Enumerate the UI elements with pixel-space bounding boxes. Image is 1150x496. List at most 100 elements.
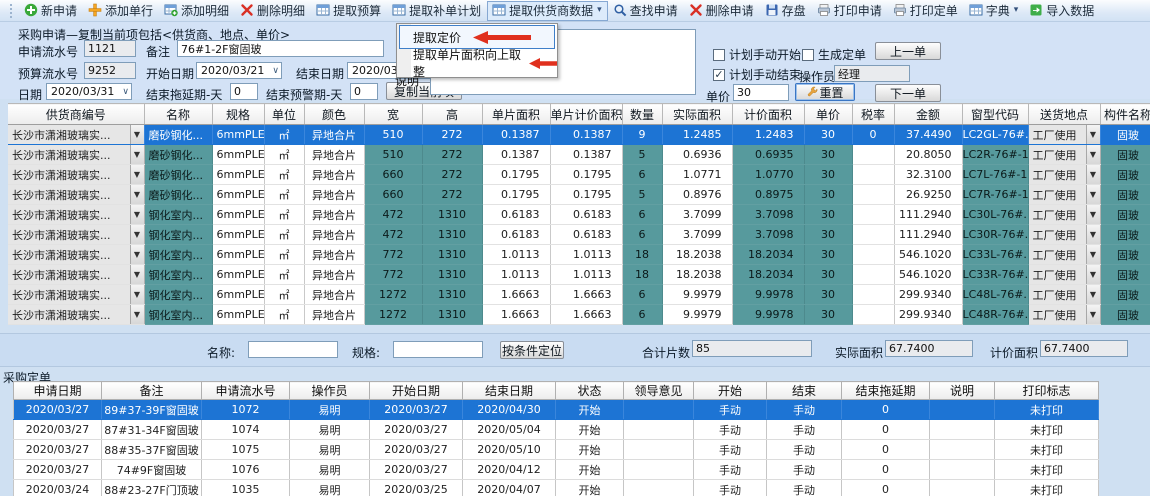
grid-cell[interactable] [852, 305, 894, 325]
grid-cell[interactable]: 异地合片 [304, 185, 364, 205]
budget-serial-input[interactable] [84, 62, 136, 79]
grid-cell[interactable]: 772 [364, 265, 422, 285]
grid-cell[interactable]: 6mmPLE... [212, 285, 264, 305]
grid-cell[interactable]: 30 [804, 125, 852, 145]
grid-cell[interactable]: 磨砂钢化... [144, 125, 212, 145]
toolbar-button-8[interactable]: 查找申请 [608, 1, 684, 21]
grid-cell[interactable]: 异地合片 [304, 265, 364, 285]
supplier-combo-cell[interactable]: 长沙市潇湘玻璃实...▼ [8, 225, 144, 245]
delivery-location-combo-cell[interactable]: 工厂使用▼ [1028, 265, 1100, 285]
toolbar-button-14[interactable]: 导入数据 [1024, 1, 1100, 21]
grid-cell[interactable]: 0.1795 [550, 185, 622, 205]
grid-cell[interactable]: 660 [364, 165, 422, 185]
grid-cell[interactable]: 固玻 [1100, 125, 1150, 145]
grid-cell[interactable]: LC2GL-76#... [962, 125, 1028, 145]
toolbar-button-12[interactable]: 打印定单 [888, 1, 964, 21]
grid-cell[interactable]: 546.1020 [894, 245, 962, 265]
chevron-down-icon[interactable]: ▼ [130, 125, 144, 144]
grid-cell[interactable]: 3.7098 [732, 205, 804, 225]
grid-cell[interactable]: 0.1387 [482, 125, 550, 145]
table-row[interactable]: 长沙市潇湘玻璃实...▼钢化室内...6mmPLE...㎡异地合片7721310… [8, 265, 1150, 285]
delivery-location-combo-cell[interactable]: 工厂使用▼ [1028, 125, 1100, 145]
grid-cell[interactable]: 3.7099 [662, 205, 732, 225]
grid-cell[interactable]: 37.4490 [894, 125, 962, 145]
chevron-down-icon[interactable]: ▼ [130, 285, 144, 304]
next-order-button[interactable]: 下一单 [875, 84, 941, 102]
grid-cell[interactable]: 0.8975 [732, 185, 804, 205]
grid-cell[interactable]: 546.1020 [894, 265, 962, 285]
manual-end-checkbox[interactable]: ✓计划手动结束 [713, 66, 801, 83]
manual-start-checkbox[interactable]: 计划手动开始 [713, 46, 801, 63]
grid-cell[interactable]: 3.7099 [662, 225, 732, 245]
grid-cell[interactable]: 18.2034 [732, 245, 804, 265]
grid-cell[interactable]: 6 [622, 225, 662, 245]
grid-cell[interactable]: 0.6936 [662, 145, 732, 165]
grid-cell[interactable]: 30 [804, 185, 852, 205]
grid-cell[interactable]: 9.9979 [662, 285, 732, 305]
start-date-select[interactable]: 2020/03/21∨ [196, 62, 282, 79]
remark-input[interactable] [177, 40, 384, 57]
locate-by-condition-button[interactable]: 按条件定位 [500, 341, 564, 359]
toolbar-button-10[interactable]: 存盘 [760, 1, 812, 21]
grid-cell[interactable]: 异地合片 [304, 165, 364, 185]
grid-cell[interactable]: 0.1387 [550, 145, 622, 165]
grid-cell[interactable]: LC7R-76#-1FO [962, 185, 1028, 205]
grid-cell[interactable]: 18 [622, 265, 662, 285]
supplier-combo-cell[interactable]: 长沙市潇湘玻璃实...▼ [8, 305, 144, 325]
delivery-location-combo-cell[interactable]: 工厂使用▼ [1028, 225, 1100, 245]
operator-input[interactable] [834, 65, 910, 82]
grid-cell[interactable]: 异地合片 [304, 305, 364, 325]
grid-cell[interactable]: 6 [622, 285, 662, 305]
order-row[interactable]: 2020/03/2787#31-34F窗固玻1074易明2020/03/2720… [14, 420, 1099, 440]
grid-cell[interactable]: 30 [804, 245, 852, 265]
grid-cell[interactable]: 0.1795 [550, 165, 622, 185]
grid-cell[interactable]: 30 [804, 265, 852, 285]
chevron-down-icon[interactable]: ▼ [1086, 185, 1100, 204]
supplier-combo-cell[interactable]: 长沙市潇湘玻璃实...▼ [8, 145, 144, 165]
grid-cell[interactable]: 30 [804, 225, 852, 245]
grid-cell[interactable]: 固玻 [1100, 165, 1150, 185]
chevron-down-icon[interactable]: ▼ [1086, 305, 1100, 324]
grid-cell[interactable]: 1.6663 [482, 285, 550, 305]
grid-cell[interactable]: 299.9340 [894, 305, 962, 325]
chevron-down-icon[interactable]: ▼ [1086, 265, 1100, 284]
supplier-combo-cell[interactable]: 长沙市潇湘玻璃实...▼ [8, 265, 144, 285]
grid-cell[interactable]: 固玻 [1100, 145, 1150, 165]
supplier-combo-cell[interactable]: 长沙市潇湘玻璃实...▼ [8, 285, 144, 305]
toolbar-button-6[interactable]: 提取补单计划 [387, 1, 487, 21]
grid-cell[interactable]: 0.1387 [550, 125, 622, 145]
grid-cell[interactable]: 固玻 [1100, 225, 1150, 245]
order-row[interactable]: 2020/03/2488#23-27F门顶玻1035易明2020/03/2520… [14, 480, 1099, 496]
delivery-location-combo-cell[interactable]: 工厂使用▼ [1028, 285, 1100, 305]
table-row[interactable]: 长沙市潇湘玻璃实...▼钢化室内...6mmPLE...㎡异地合片1272131… [8, 285, 1150, 305]
grid-cell[interactable]: 1272 [364, 305, 422, 325]
order-row[interactable]: 2020/03/2789#37-39F窗固玻1072易明2020/03/2720… [14, 400, 1099, 420]
grid-cell[interactable]: 6 [622, 165, 662, 185]
grid-cell[interactable] [852, 225, 894, 245]
chevron-down-icon[interactable]: ▼ [130, 205, 144, 224]
delivery-location-combo-cell[interactable]: 工厂使用▼ [1028, 185, 1100, 205]
prev-order-button[interactable]: 上一单 [875, 42, 941, 60]
grid-cell[interactable]: 111.2940 [894, 225, 962, 245]
grid-cell[interactable]: 钢化室内... [144, 305, 212, 325]
grid-cell[interactable]: 9.9978 [732, 285, 804, 305]
grid-cell[interactable]: 0.1795 [482, 185, 550, 205]
grid-cell[interactable]: 固玻 [1100, 305, 1150, 325]
chevron-down-icon[interactable]: ▼ [130, 305, 144, 324]
grid-cell[interactable]: 9.9979 [662, 305, 732, 325]
menu-item-2[interactable]: 提取单片面积向上取整 [397, 50, 557, 76]
grid-cell[interactable]: 111.2940 [894, 205, 962, 225]
grid-cell[interactable]: LC33L-76#... [962, 245, 1028, 265]
grid-cell[interactable]: LC48L-76#... [962, 285, 1028, 305]
chevron-down-icon[interactable]: ▼ [1086, 245, 1100, 264]
serial-input[interactable] [84, 40, 136, 57]
chevron-down-icon[interactable]: ▼ [130, 165, 144, 184]
toolbar-button-7[interactable]: 提取供货商数据▾ [487, 1, 608, 21]
table-row[interactable]: 长沙市潇湘玻璃实...▼钢化室内...6mmPLE...㎡异地合片1272131… [8, 305, 1150, 325]
grid-cell[interactable]: LC7L-76#-1FO [962, 165, 1028, 185]
grid-cell[interactable]: ㎡ [264, 265, 304, 285]
grid-cell[interactable]: LC30L-76#... [962, 205, 1028, 225]
grid-cell[interactable]: 6mmPLE... [212, 265, 264, 285]
grid-cell[interactable]: 510 [364, 125, 422, 145]
end-delay-input[interactable] [230, 83, 258, 100]
